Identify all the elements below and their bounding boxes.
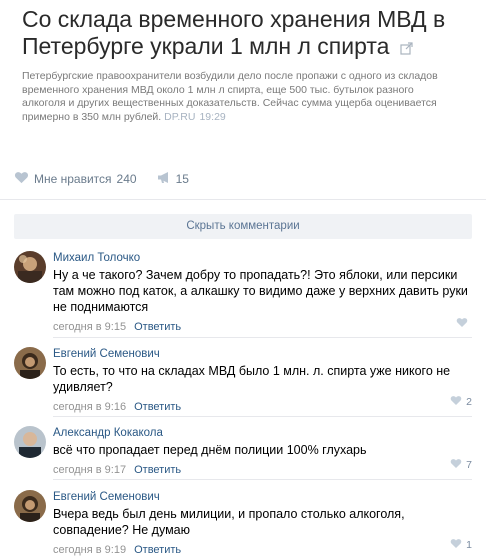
comment-like-count[interactable]: 7: [466, 459, 472, 471]
excerpt-text: Петербургские правоохранители возбудили …: [22, 70, 438, 123]
reactions-bar: Мне нравится 240 15: [14, 171, 209, 187]
like-label[interactable]: Мне нравится: [34, 172, 112, 186]
share-count[interactable]: 15: [176, 172, 189, 186]
heart-icon[interactable]: [450, 395, 462, 409]
comment-time[interactable]: сегодня в 9:17: [53, 464, 126, 476]
headline-text[interactable]: Со склада временного хранения МВД в Пете…: [22, 6, 445, 59]
comment-meta: сегодня в 9:16 Ответить: [53, 400, 471, 414]
comment-author[interactable]: Евгений Семенович: [53, 490, 471, 504]
comment-meta: сегодня в 9:19 Ответить: [53, 543, 471, 557]
heart-icon[interactable]: [14, 171, 29, 187]
comment-author[interactable]: Александр Кокакола: [53, 426, 471, 440]
external-link-icon[interactable]: [400, 34, 413, 61]
comment-divider: [53, 479, 472, 480]
avatar[interactable]: [14, 490, 46, 522]
reply-button[interactable]: Ответить: [134, 401, 181, 413]
comment-text: Ну а че такого? Зачем добру то пропадать…: [53, 268, 468, 314]
comment-time[interactable]: сегодня в 9:16: [53, 401, 126, 413]
post-excerpt: Петербургские правоохранители возбудили …: [22, 70, 442, 124]
comment-divider: [53, 337, 472, 338]
reply-button[interactable]: Ответить: [134, 464, 181, 476]
comment-like-count[interactable]: 1: [466, 539, 472, 551]
comment-like[interactable]: 1: [450, 538, 472, 552]
comment-text: То есть, то что на складах МВД было 1 мл…: [53, 364, 451, 394]
heart-icon[interactable]: [456, 317, 468, 331]
reply-button[interactable]: Ответить: [134, 321, 181, 333]
reply-button[interactable]: Ответить: [134, 544, 181, 556]
comment-author[interactable]: Евгений Семенович: [53, 347, 471, 361]
comment-like-count[interactable]: 2: [466, 396, 472, 408]
source-time: 19:29: [199, 110, 226, 123]
heart-icon[interactable]: [450, 458, 462, 472]
comment-time[interactable]: сегодня в 9:19: [53, 544, 126, 556]
comment-author[interactable]: Михаил Толочко: [53, 251, 471, 265]
comment-divider: [53, 416, 472, 417]
post-headline[interactable]: Со склада временного хранения МВД в Пете…: [22, 6, 462, 61]
share-megaphone-icon[interactable]: [157, 171, 171, 187]
avatar[interactable]: [14, 347, 46, 379]
comment-text: всё что пропадает перед днём полиции 100…: [53, 443, 367, 457]
comment-like[interactable]: [456, 317, 472, 331]
comment-like[interactable]: 2: [450, 395, 472, 409]
comment-meta: сегодня в 9:15 Ответить: [53, 320, 471, 334]
comment-time[interactable]: сегодня в 9:15: [53, 321, 126, 333]
post-divider: [0, 199, 486, 200]
heart-icon[interactable]: [450, 538, 462, 552]
like-count[interactable]: 240: [117, 172, 137, 186]
source-link[interactable]: DP.RU: [164, 111, 195, 123]
comment-meta: сегодня в 9:17 Ответить: [53, 463, 471, 477]
hide-comments-button[interactable]: Скрыть комментарии: [14, 214, 472, 239]
avatar[interactable]: [14, 426, 46, 458]
comment-text: Вчера ведь был день милиции, и пропало с…: [53, 507, 405, 537]
avatar[interactable]: [14, 251, 46, 283]
comment-like[interactable]: 7: [450, 458, 472, 472]
